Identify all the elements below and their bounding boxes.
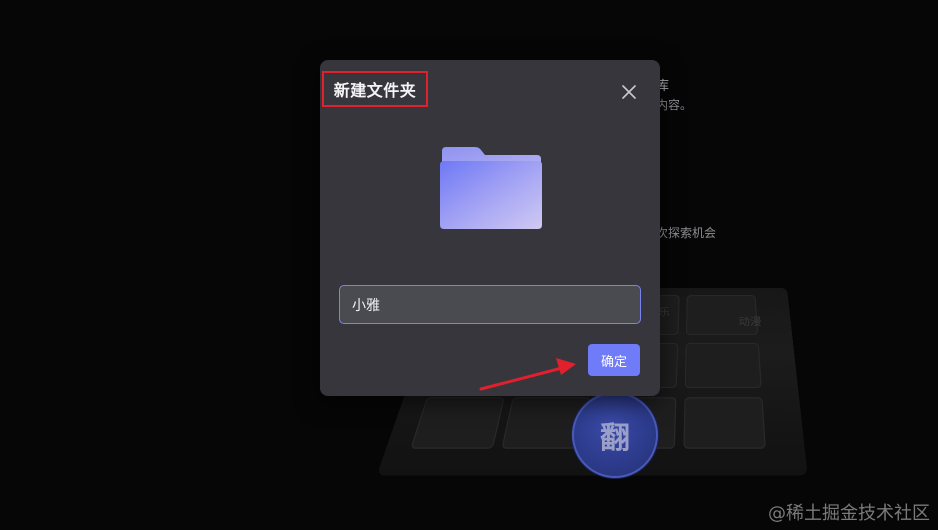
folder-name-input[interactable] [339,285,641,324]
bg-description-fragment: 内容。 [656,98,693,112]
flip-button[interactable]: 翻 [572,392,658,478]
dialog-title: 新建文件夹 [333,81,417,100]
close-icon[interactable] [619,82,639,102]
folder-icon [440,147,542,229]
new-folder-dialog: 新建文件夹 确定 [320,60,660,396]
bg-key-label: 动漫 [738,315,762,328]
flip-button-label: 翻 [600,421,630,456]
watermark-text: @稀土掘金技术社区 [768,503,930,524]
confirm-button[interactable]: 确定 [588,344,640,376]
bg-explore-text-fragment: 次探索机会 [656,226,717,240]
title-highlight-box: 新建文件夹 [322,71,428,107]
app-screen: 库 内容。 次探索机会 乐 动漫 由 翻 新建文件夹 [0,0,938,530]
